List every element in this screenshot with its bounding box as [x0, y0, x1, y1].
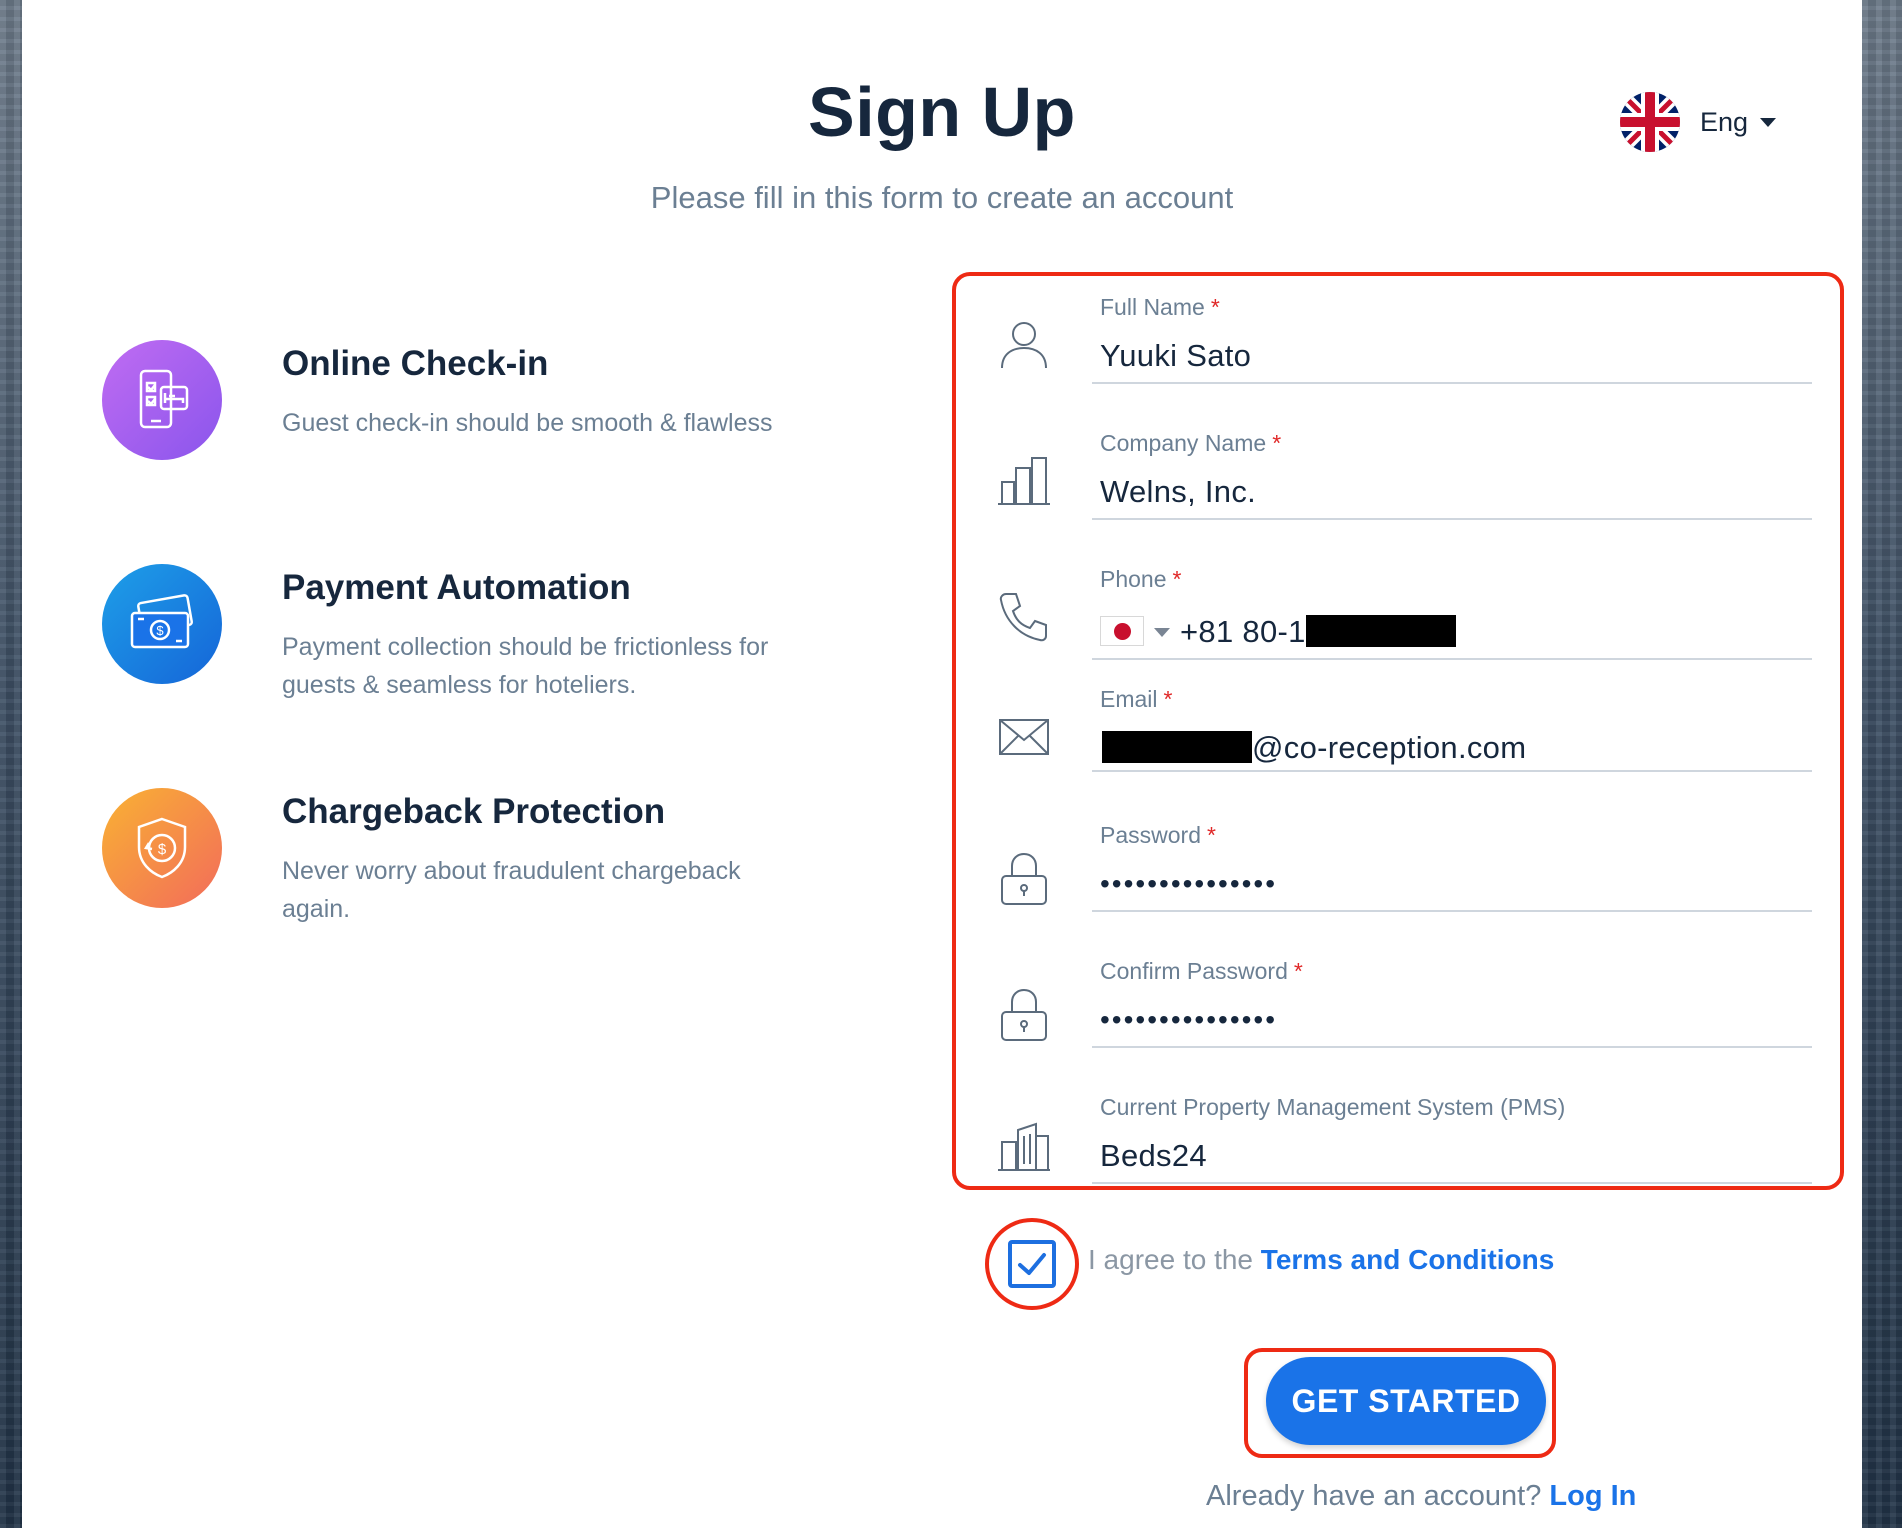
phone-input[interactable]: +81 80-1 — [1100, 614, 1456, 650]
confirm-password-field[interactable]: Confirm Password * ••••••••••••••• — [956, 942, 1848, 1078]
building-icon — [998, 457, 1050, 505]
divider — [1092, 1182, 1812, 1184]
chevron-down-icon — [1760, 117, 1777, 127]
checkmark-icon — [1018, 1253, 1046, 1275]
confirm-password-label: Confirm Password * — [1100, 958, 1303, 984]
redaction-bar — [1305, 615, 1456, 647]
divider — [1092, 1046, 1812, 1048]
pms-label: Current Property Management System (PMS) — [1100, 1094, 1566, 1120]
password-input[interactable]: ••••••••••••••• — [1100, 868, 1277, 900]
feature-description: Payment collection should be frictionles… — [282, 633, 769, 699]
get-started-button[interactable]: GET STARTED — [1266, 1357, 1546, 1445]
login-prompt: Already have an account? Log In — [1206, 1480, 1637, 1512]
divider — [1092, 382, 1812, 384]
full-name-label: Full Name * — [1100, 294, 1220, 320]
mobile-checkin-icon — [102, 340, 222, 460]
feature-title: Payment Automation — [282, 568, 631, 607]
divider — [1092, 658, 1812, 660]
terms-agreement: I agree to the Terms and Conditions — [1088, 1244, 1555, 1275]
email-field[interactable]: Email * @co-reception.com — [956, 670, 1848, 806]
phone-label: Phone * — [1100, 566, 1182, 592]
lock-icon — [1001, 852, 1047, 905]
japan-flag-icon[interactable] — [1100, 616, 1144, 646]
page-title: Sign Up — [808, 73, 1076, 151]
uk-flag-icon — [1620, 92, 1680, 152]
divider — [1092, 910, 1812, 912]
phone-field[interactable]: Phone * +81 80-1 — [956, 550, 1848, 686]
pms-field[interactable]: Current Property Management System (PMS)… — [956, 1078, 1848, 1214]
shield-refund-icon: $ — [102, 788, 222, 908]
language-label: Eng — [1700, 106, 1749, 137]
signup-card: Sign Up Please fill in this form to crea… — [22, 0, 1862, 1528]
feature-description: Guest check-in should be smooth & flawle… — [282, 409, 773, 437]
terms-link[interactable]: Terms and Conditions — [1261, 1244, 1555, 1275]
company-name-label: Company Name * — [1100, 430, 1282, 456]
pms-input[interactable]: Beds24 — [1100, 1138, 1207, 1174]
company-name-field[interactable]: Company Name * Welns, Inc. — [956, 414, 1848, 550]
feature-online-checkin: Online Check-in Guest check-in should be… — [102, 340, 802, 500]
user-icon — [1001, 322, 1047, 369]
feature-payment-automation: $ Payment Automation Payment collection … — [102, 564, 802, 724]
envelope-icon — [999, 719, 1049, 755]
password-field[interactable]: Password * ••••••••••••••• — [956, 806, 1848, 942]
company-name-input[interactable]: Welns, Inc. — [1100, 474, 1256, 510]
terms-checkbox[interactable] — [1008, 1240, 1056, 1288]
divider — [1092, 518, 1812, 520]
full-name-field[interactable]: Full Name * Yuuki Sato — [956, 278, 1848, 414]
feature-description: Never worry about fraudulent chargeback … — [282, 857, 741, 923]
email-input[interactable]: @co-reception.com — [1102, 730, 1526, 766]
phone-icon — [999, 593, 1047, 642]
lock-icon — [1001, 988, 1047, 1041]
language-selector[interactable]: Eng — [1620, 92, 1777, 152]
buildings-icon — [998, 1122, 1050, 1171]
confirm-password-input[interactable]: ••••••••••••••• — [1100, 1004, 1277, 1036]
page-subtitle: Please fill in this form to create an ac… — [650, 180, 1234, 215]
password-label: Password * — [1100, 822, 1216, 848]
email-label: Email * — [1100, 686, 1173, 712]
svg-text:$: $ — [158, 841, 167, 858]
redaction-bar — [1102, 731, 1252, 763]
login-link[interactable]: Log In — [1549, 1480, 1636, 1512]
country-dropdown-chevron-icon[interactable] — [1154, 628, 1170, 637]
feature-title: Online Check-in — [282, 344, 549, 383]
divider — [1092, 770, 1812, 772]
feature-chargeback-protection: $ Chargeback Protection Never worry abou… — [102, 788, 802, 948]
feature-title: Chargeback Protection — [282, 792, 666, 831]
full-name-input[interactable]: Yuuki Sato — [1100, 338, 1251, 374]
payment-cash-icon: $ — [102, 564, 222, 684]
signup-form: Full Name * Yuuki Sato Company Name * Weln… — [952, 272, 1844, 1190]
svg-text:$: $ — [156, 623, 164, 638]
